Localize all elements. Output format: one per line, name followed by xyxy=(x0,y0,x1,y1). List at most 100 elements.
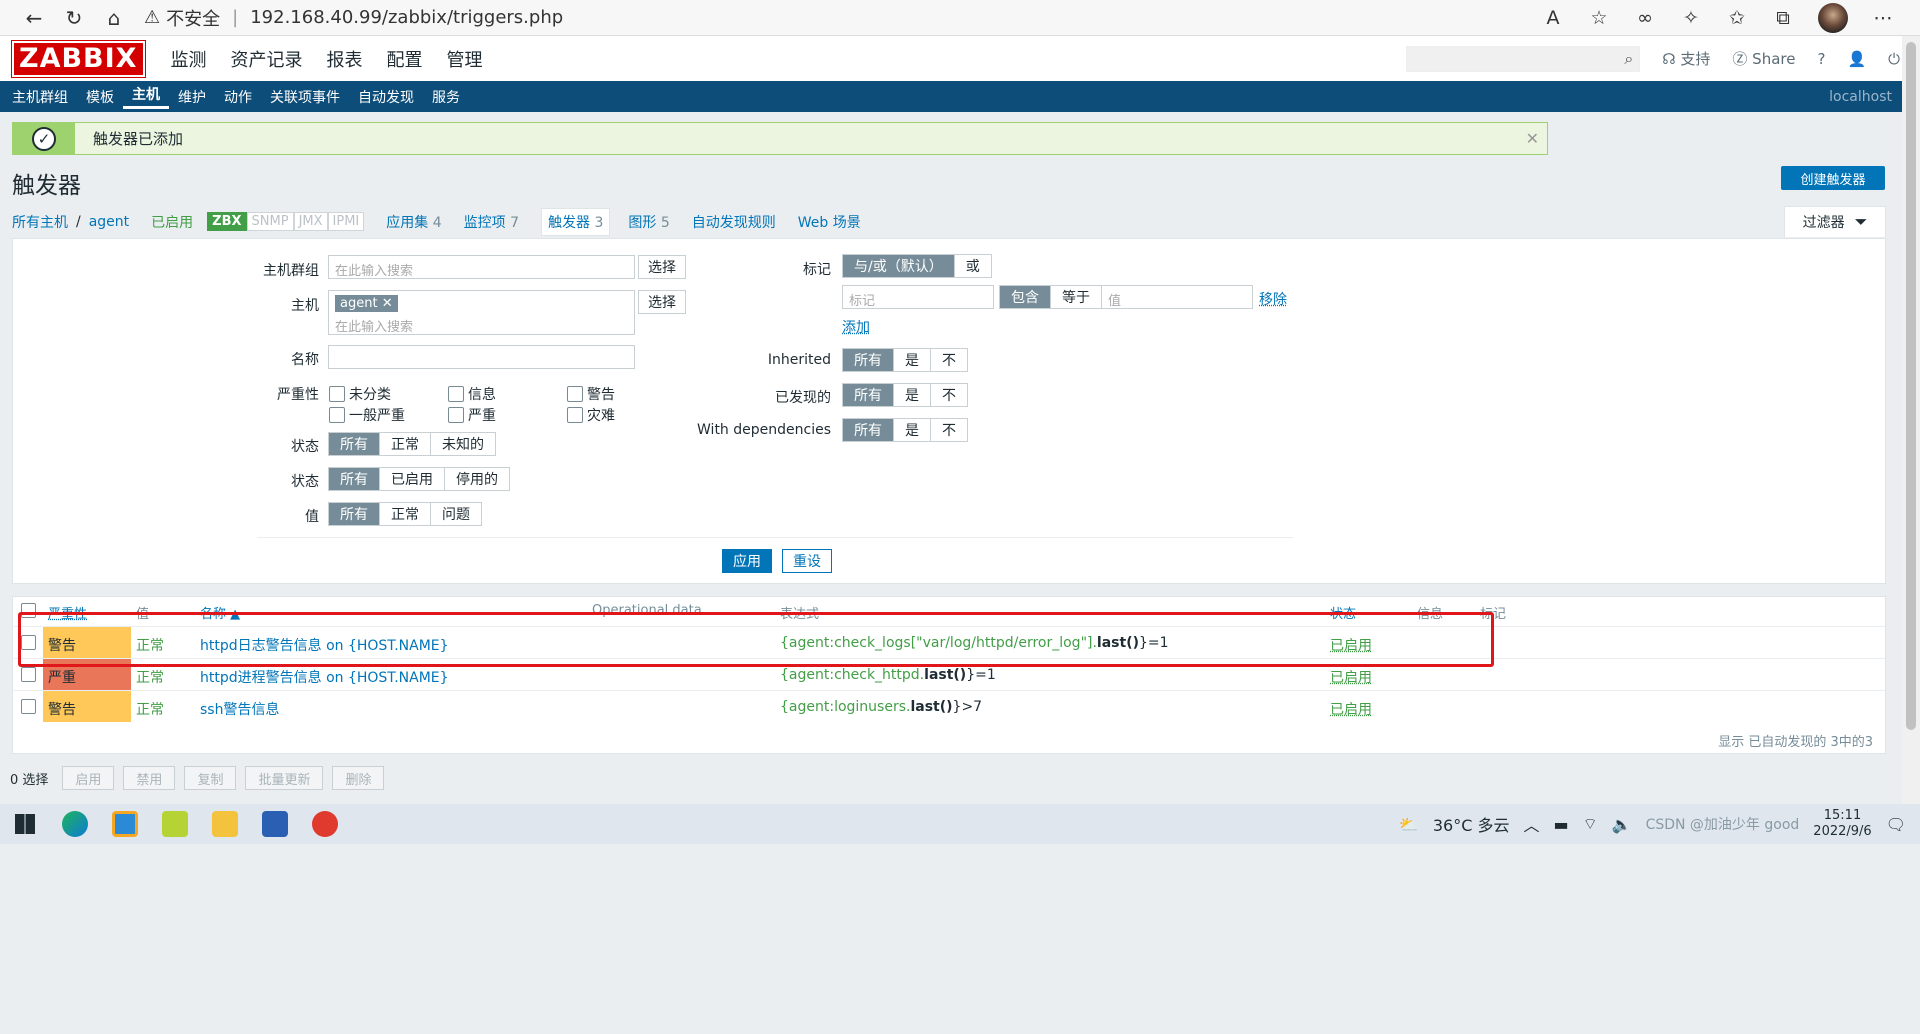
status-all[interactable]: 所有 xyxy=(329,468,380,490)
discovered-all[interactable]: 所有 xyxy=(843,384,894,406)
menu-monitoring[interactable]: 监测 xyxy=(159,46,219,72)
tray-chevron-icon[interactable]: ︿ xyxy=(1523,812,1539,836)
subnav-discovery[interactable]: 自动发现 xyxy=(349,87,423,107)
subnav-services[interactable]: 服务 xyxy=(423,87,469,107)
help-icon[interactable]: ? xyxy=(1817,50,1825,68)
support-link[interactable]: ☊ 支持 xyxy=(1662,48,1710,69)
discovered-no[interactable]: 不 xyxy=(931,384,967,406)
status-toggle[interactable]: 已启用 xyxy=(1330,699,1372,719)
subnav-maintenance[interactable]: 维护 xyxy=(169,87,215,107)
menu-configuration[interactable]: 配置 xyxy=(375,46,435,72)
subnav-actions[interactable]: 动作 xyxy=(215,87,261,107)
favorite-add-icon[interactable]: ☆ xyxy=(1576,0,1622,36)
global-search-input[interactable]: ⌕ xyxy=(1406,45,1641,72)
disable-button[interactable]: 禁用 xyxy=(123,766,176,790)
extensions-icon[interactable]: ✧ xyxy=(1668,0,1714,36)
severity-average[interactable]: 一般严重 xyxy=(329,405,405,425)
deps-yes[interactable]: 是 xyxy=(894,419,931,441)
delete-button[interactable]: 删除 xyxy=(332,766,385,790)
volume-icon[interactable]: 🔈 xyxy=(1612,815,1632,834)
discovered-yes[interactable]: 是 xyxy=(894,384,931,406)
subnav-host-groups[interactable]: 主机群组 xyxy=(0,87,77,107)
trigger-name-link[interactable]: httpd进程警告信息 on {HOST.NAME} xyxy=(200,667,449,687)
row-checkbox[interactable] xyxy=(21,699,36,714)
inherited-no[interactable]: 不 xyxy=(931,349,967,371)
copy-button[interactable]: 复制 xyxy=(184,766,237,790)
chip-remove-icon[interactable]: ✕ xyxy=(382,296,393,311)
weather-text[interactable]: 36°C 多云 xyxy=(1433,812,1510,836)
tag-remove-link[interactable]: 移除 xyxy=(1259,289,1287,309)
zabbix-logo[interactable]: ZABBIX xyxy=(11,39,146,78)
reset-button[interactable]: 重设 xyxy=(782,549,832,573)
value-ok[interactable]: 正常 xyxy=(380,503,431,525)
deps-no[interactable]: 不 xyxy=(931,419,967,441)
notification-icon[interactable]: 🗨 xyxy=(1886,815,1906,834)
filter-tab[interactable]: 过滤器 ⏷ xyxy=(1784,206,1886,237)
crumb-items[interactable]: 监控项 7 xyxy=(464,212,519,232)
mass-update-button[interactable]: 批量更新 xyxy=(245,766,324,790)
windows-start-icon[interactable] xyxy=(0,804,50,844)
wifi-icon[interactable]: ⌔ xyxy=(1583,814,1598,834)
word-icon[interactable] xyxy=(250,804,300,844)
apply-button[interactable]: 应用 xyxy=(722,549,772,573)
refresh-icon[interactable]: ↻ xyxy=(54,0,94,36)
name-input[interactable] xyxy=(328,345,635,369)
weather-icon[interactable]: ⛅ xyxy=(1399,815,1419,834)
read-aloud-icon[interactable]: A xyxy=(1530,0,1576,36)
edge-icon[interactable] xyxy=(50,804,100,844)
enable-button[interactable]: 启用 xyxy=(62,766,115,790)
crumb-host[interactable]: agent xyxy=(89,214,129,230)
crumb-applications[interactable]: 应用集 4 xyxy=(386,212,441,232)
state-unknown[interactable]: 未知的 xyxy=(431,433,495,455)
tag-value-input[interactable]: 值 xyxy=(1101,285,1253,309)
create-trigger-button[interactable]: 创建触发器 xyxy=(1781,166,1885,190)
url-text[interactable]: 192.168.40.99/zabbix/triggers.php xyxy=(250,7,563,28)
severity-warning[interactable]: 警告 xyxy=(567,384,615,404)
severity-information[interactable]: 信息 xyxy=(448,384,496,404)
address-bar[interactable]: ⚠ 不安全 | 192.168.40.99/zabbix/triggers.ph… xyxy=(144,5,563,31)
profile-avatar[interactable] xyxy=(1818,2,1848,33)
crumb-web-scenarios[interactable]: Web 场景 xyxy=(798,212,861,232)
severity-high[interactable]: 严重 xyxy=(448,405,496,425)
search-icon[interactable]: ⌕ xyxy=(1624,49,1633,69)
menu-inventory[interactable]: 资产记录 xyxy=(219,46,315,72)
vm-app-icon[interactable] xyxy=(100,804,150,844)
host-group-input[interactable]: 在此输入搜索 xyxy=(328,255,635,279)
trigger-name-link[interactable]: ssh警告信息 xyxy=(200,699,279,719)
file-explorer-icon[interactable] xyxy=(200,804,250,844)
status-toggle[interactable]: 已启用 xyxy=(1330,667,1372,687)
menu-administration[interactable]: 管理 xyxy=(435,46,495,72)
host-input[interactable]: agent ✕ 在此输入搜索 xyxy=(328,290,635,335)
crumb-discovery-rules[interactable]: 自动发现规则 xyxy=(692,212,776,232)
subnav-templates[interactable]: 模板 xyxy=(77,87,123,107)
row-checkbox[interactable] xyxy=(21,667,36,682)
inherited-all[interactable]: 所有 xyxy=(843,349,894,371)
state-normal[interactable]: 正常 xyxy=(380,433,431,455)
value-all[interactable]: 所有 xyxy=(329,503,380,525)
share-link[interactable]: Ⓩ Share xyxy=(1732,48,1795,69)
vertical-scrollbar[interactable] xyxy=(1902,36,1920,804)
signout-icon[interactable]: ⏻ xyxy=(1888,50,1900,68)
menu-reports[interactable]: 报表 xyxy=(315,46,375,72)
tag-name-input[interactable]: 标记 xyxy=(842,285,994,309)
user-icon[interactable]: 👤 xyxy=(1847,50,1866,68)
tag-match-equals[interactable]: 等于 xyxy=(1051,286,1101,308)
close-icon[interactable]: ✕ xyxy=(1526,129,1539,148)
tag-add-link[interactable]: 添加 xyxy=(842,317,870,337)
state-all[interactable]: 所有 xyxy=(329,433,380,455)
host-group-select-button[interactable]: 选择 xyxy=(638,255,686,279)
mobaxterm-icon[interactable] xyxy=(150,804,200,844)
battery-icon[interactable]: ▬ xyxy=(1553,815,1568,834)
severity-not-classified[interactable]: 未分类 xyxy=(329,384,391,404)
infinity-icon[interactable]: ∞ xyxy=(1622,0,1668,36)
app-icon[interactable] xyxy=(300,804,350,844)
tag-op-or[interactable]: 或 xyxy=(955,255,991,277)
tag-match-contains[interactable]: 包含 xyxy=(1000,286,1051,308)
favorites-icon[interactable]: ✩ xyxy=(1714,0,1760,36)
more-icon[interactable]: ⋯ xyxy=(1860,0,1906,36)
crumb-triggers[interactable]: 触发器 3 xyxy=(541,207,611,236)
home-icon[interactable]: ⌂ xyxy=(94,0,134,36)
deps-all[interactable]: 所有 xyxy=(843,419,894,441)
crumb-graphs[interactable]: 图形 5 xyxy=(628,212,669,232)
subnav-hosts[interactable]: 主机 xyxy=(123,84,169,109)
